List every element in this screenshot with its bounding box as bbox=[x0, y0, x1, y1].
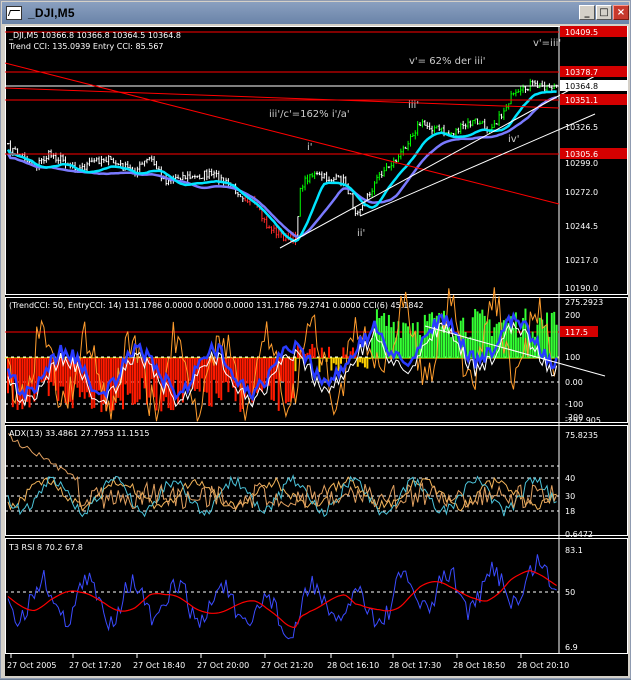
adx-scale-label: 75.8235 bbox=[565, 431, 598, 440]
title-bar[interactable]: _DJI,M5 _ □ × bbox=[2, 2, 629, 24]
adx-scale-label: 0.6472 bbox=[565, 530, 593, 539]
chart-window: _DJI,M5 _ □ × _DJI,M5 10366.8 10366.8 10… bbox=[0, 0, 631, 679]
x-axis-label: 28 Oct 17:30 bbox=[389, 661, 441, 670]
cci-scale-label: -292.905 bbox=[565, 416, 601, 425]
annotation-v-62pct: v'= 62% der iii' bbox=[409, 56, 486, 67]
x-axis-label: 28 Oct 16:10 bbox=[327, 661, 379, 670]
annotation-ii: ii' bbox=[357, 228, 365, 239]
annotation-v-equals-iii: v'=iii' bbox=[533, 38, 561, 49]
rsi-scale-label: 6.9 bbox=[565, 643, 578, 652]
adx-scale-label: 18 bbox=[565, 507, 575, 516]
adx-header: ADX(13) 33.4861 27.7953 11.1515 bbox=[9, 429, 149, 438]
price-label: 10272.0 bbox=[565, 188, 598, 197]
annotation-iii: iii' bbox=[408, 100, 419, 111]
price-label: 10409.5 bbox=[565, 28, 598, 37]
cci-scale-label: 0.00 bbox=[565, 378, 583, 387]
cci-scale-label: 100 bbox=[565, 353, 580, 362]
main-subheader: Trend CCI: 135.0939 Entry CCI: 85.567 bbox=[8, 42, 164, 51]
cci-scale-label: 275.2923 bbox=[565, 298, 603, 307]
price-label: 10244.5 bbox=[565, 222, 598, 231]
chart-area[interactable]: _DJI,M5 10366.8 10366.8 10364.5 10364.8 … bbox=[4, 26, 628, 676]
rsi-panel-border bbox=[5, 538, 628, 654]
chart-svg: _DJI,M5 10366.8 10366.8 10364.5 10364.8 … bbox=[4, 26, 628, 670]
rsi-line bbox=[7, 554, 557, 640]
x-axis-label: 27 Oct 20:00 bbox=[197, 661, 249, 670]
cci-scale-label: 117.5 bbox=[565, 328, 588, 337]
price-label: 10378.7 bbox=[565, 68, 598, 77]
x-axis-label: 28 Oct 18:50 bbox=[453, 661, 505, 670]
annotation-iii-c: iii'/c'=162% i'/a' bbox=[269, 109, 350, 120]
upper-channel-line bbox=[4, 87, 560, 109]
annotation-i: i' bbox=[307, 142, 313, 153]
chart-window-icon bbox=[6, 6, 22, 20]
x-axis-label: 27 Oct 18:40 bbox=[133, 661, 185, 670]
minimize-button[interactable]: _ bbox=[579, 5, 595, 20]
rsi-header: T3 RSI 8 70.2 67.8 bbox=[8, 543, 83, 552]
adx-scale-label: 40 bbox=[565, 474, 575, 483]
maximize-button[interactable]: □ bbox=[596, 5, 612, 20]
rsi-scale-label: 50 bbox=[565, 588, 575, 597]
rsi-t3-line bbox=[7, 570, 557, 629]
rsi-scale-label: 83.1 bbox=[565, 546, 583, 555]
price-label: 10326.5 bbox=[565, 123, 598, 132]
price-label: 10364.8 bbox=[565, 82, 598, 91]
x-axis-label: 27 Oct 21:20 bbox=[261, 661, 313, 670]
price-label: 10299.0 bbox=[565, 159, 598, 168]
price-label: 10217.0 bbox=[565, 256, 598, 265]
main-header: _DJI,M5 10366.8 10366.8 10364.5 10364.8 bbox=[8, 31, 181, 40]
cci-header: (TrendCCI: 50, EntryCCI: 14) 131.1786 0.… bbox=[9, 301, 424, 310]
adx-scale-label: 30 bbox=[565, 492, 575, 501]
price-label: 10305.6 bbox=[565, 150, 598, 159]
close-button[interactable]: × bbox=[613, 5, 629, 20]
annotation-iv: iv' bbox=[508, 134, 519, 145]
support-trendline bbox=[279, 75, 596, 249]
price-label: 10351.1 bbox=[565, 96, 598, 105]
price-label: 10190.0 bbox=[565, 284, 598, 293]
channel-trendline bbox=[359, 113, 596, 217]
window-title: _DJI,M5 bbox=[28, 6, 75, 20]
x-axis-label: 28 Oct 20:10 bbox=[517, 661, 569, 670]
adx-main-line bbox=[7, 433, 558, 511]
x-axis-label: 27 Oct 2005 bbox=[7, 661, 56, 670]
x-axis-label: 27 Oct 17:20 bbox=[69, 661, 121, 670]
cci-scale-label: 200 bbox=[565, 311, 580, 320]
cci-scale-label: -100 bbox=[565, 400, 583, 409]
